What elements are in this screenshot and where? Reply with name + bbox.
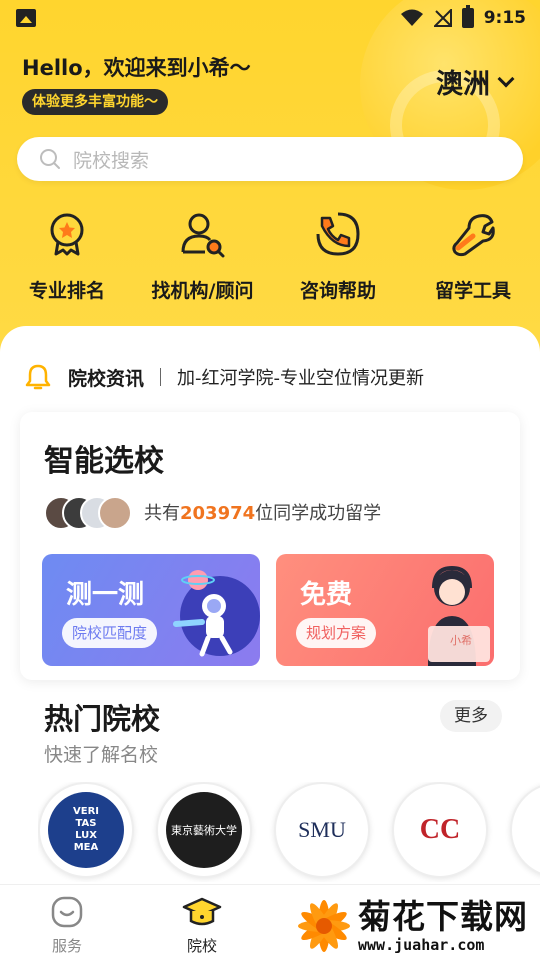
smu-logo-icon: SMU <box>284 792 360 868</box>
hot-schools-title: 热门院校 <box>44 702 161 736</box>
school-logo-item[interactable]: VERI TAS LUX MEA <box>38 782 134 878</box>
quick-nav-label: 找机构/顾问 <box>151 280 254 302</box>
card-title: 智能选校 <box>44 444 164 479</box>
quick-nav-label: 咨询帮助 <box>299 280 376 302</box>
news-ticker[interactable]: 院校资讯 加-红河学院-专业空位情况更新 <box>24 362 524 392</box>
success-stat: 共有203974位同学成功留学 <box>144 499 381 525</box>
promo-pill: 规划方案 <box>296 618 377 648</box>
quick-nav-ranking[interactable]: 专业排名 <box>22 210 112 310</box>
quick-nav-consult[interactable]: 咨询帮助 <box>293 210 383 310</box>
medal-icon <box>50 213 84 256</box>
tokyo-arts-seal-icon: 東京藝術大学 <box>166 792 242 868</box>
battery-icon <box>461 5 474 28</box>
match-test-banner[interactable]: 测一测 院校匹配度 <box>42 554 260 666</box>
tab-label: 院校 <box>186 937 217 955</box>
search-input[interactable]: 院校搜索 <box>17 137 523 181</box>
veritas-crest-icon: VERI TAS LUX MEA <box>48 792 124 868</box>
content-sheet: 院校资讯 加-红河学院-专业空位情况更新 智能选校 共有203974位同学成功留… <box>0 326 540 886</box>
consultant-tag: 小希 <box>450 634 472 647</box>
search-placeholder: 院校搜索 <box>73 149 150 172</box>
school-logo-text: VERI TAS LUX MEA <box>73 806 99 853</box>
school-logo-item[interactable]: SMU <box>274 782 370 878</box>
tab-service[interactable]: 服务 <box>32 895 102 956</box>
tab-schools[interactable]: 院校 <box>167 895 237 956</box>
quick-nav-agency[interactable]: 找机构/顾问 <box>145 210 260 310</box>
promo-title: 测一测 <box>66 580 145 610</box>
school-logo-text: 東京藝術大学 <box>171 824 237 837</box>
graduation-cap-icon <box>182 897 222 926</box>
bell-icon <box>25 364 51 390</box>
site-watermark: 菊花下载网 www.juahar.com <box>294 892 540 960</box>
promo-title: 免费 <box>300 580 353 610</box>
quick-nav: 专业排名 找机构/顾问 咨询帮助 留学工具 <box>0 210 540 310</box>
search-icon <box>40 149 60 169</box>
school-logo-text: CC <box>419 814 461 845</box>
school-carousel[interactable]: VERI TAS LUX MEA 東京藝術大学 SMU CC <box>38 782 540 882</box>
gallery-notification-icon <box>16 9 36 27</box>
caduceus-crest-icon: CC <box>402 792 478 868</box>
avatar <box>98 496 132 530</box>
stat-prefix: 共有 <box>144 503 180 524</box>
avatar-stack <box>44 496 136 530</box>
region-selector[interactable]: 澳洲 <box>436 62 515 101</box>
hot-schools-subtitle: 快速了解名校 <box>44 744 159 766</box>
stat-count: 203974 <box>180 503 256 524</box>
chrysanthemum-logo-icon <box>298 900 350 952</box>
free-plan-banner[interactable]: 免费 规划方案 小希 <box>276 554 494 666</box>
astronaut-illustration <box>173 570 260 657</box>
status-bar: 9:15 <box>0 0 540 36</box>
watermark-title: 菊花下载网 <box>358 897 528 936</box>
phone-chat-icon <box>316 212 360 256</box>
chevron-down-icon <box>497 70 515 87</box>
no-signal-icon <box>433 9 452 27</box>
school-logo-item[interactable]: 東京藝術大学 <box>156 782 252 878</box>
status-time: 9:15 <box>483 8 526 28</box>
consultant-illustration <box>428 565 490 666</box>
watermark-url: www.juahar.com <box>358 936 485 954</box>
news-divider <box>160 368 162 386</box>
wifi-icon <box>400 9 423 26</box>
stat-suffix: 位同学成功留学 <box>255 503 382 524</box>
smile-icon <box>51 896 83 928</box>
promo-pill: 院校匹配度 <box>62 618 158 648</box>
feature-badge[interactable]: 体验更多丰富功能～ <box>22 89 168 115</box>
smart-select-card: 智能选校 共有203974位同学成功留学 测一测 院校匹配度 免费 规划方案 小… <box>20 412 520 680</box>
school-logo-item[interactable]: CC <box>392 782 488 878</box>
person-search-icon <box>181 213 224 258</box>
news-headline[interactable]: 加-红河学院-专业空位情况更新 <box>177 364 424 390</box>
region-label: 澳洲 <box>436 69 490 100</box>
quick-nav-label: 留学工具 <box>434 280 511 302</box>
school-logo-item[interactable] <box>510 782 540 878</box>
quick-nav-label: 专业排名 <box>28 280 105 302</box>
more-button[interactable]: 更多 <box>440 700 502 732</box>
tab-label: 服务 <box>51 937 82 955</box>
news-title: 院校资讯 <box>68 367 145 390</box>
greeting-text: Hello，欢迎来到小希～ <box>22 56 251 80</box>
wrench-icon <box>452 214 495 257</box>
school-logo-text: SMU <box>298 817 346 842</box>
quick-nav-tools[interactable]: 留学工具 <box>428 210 518 310</box>
